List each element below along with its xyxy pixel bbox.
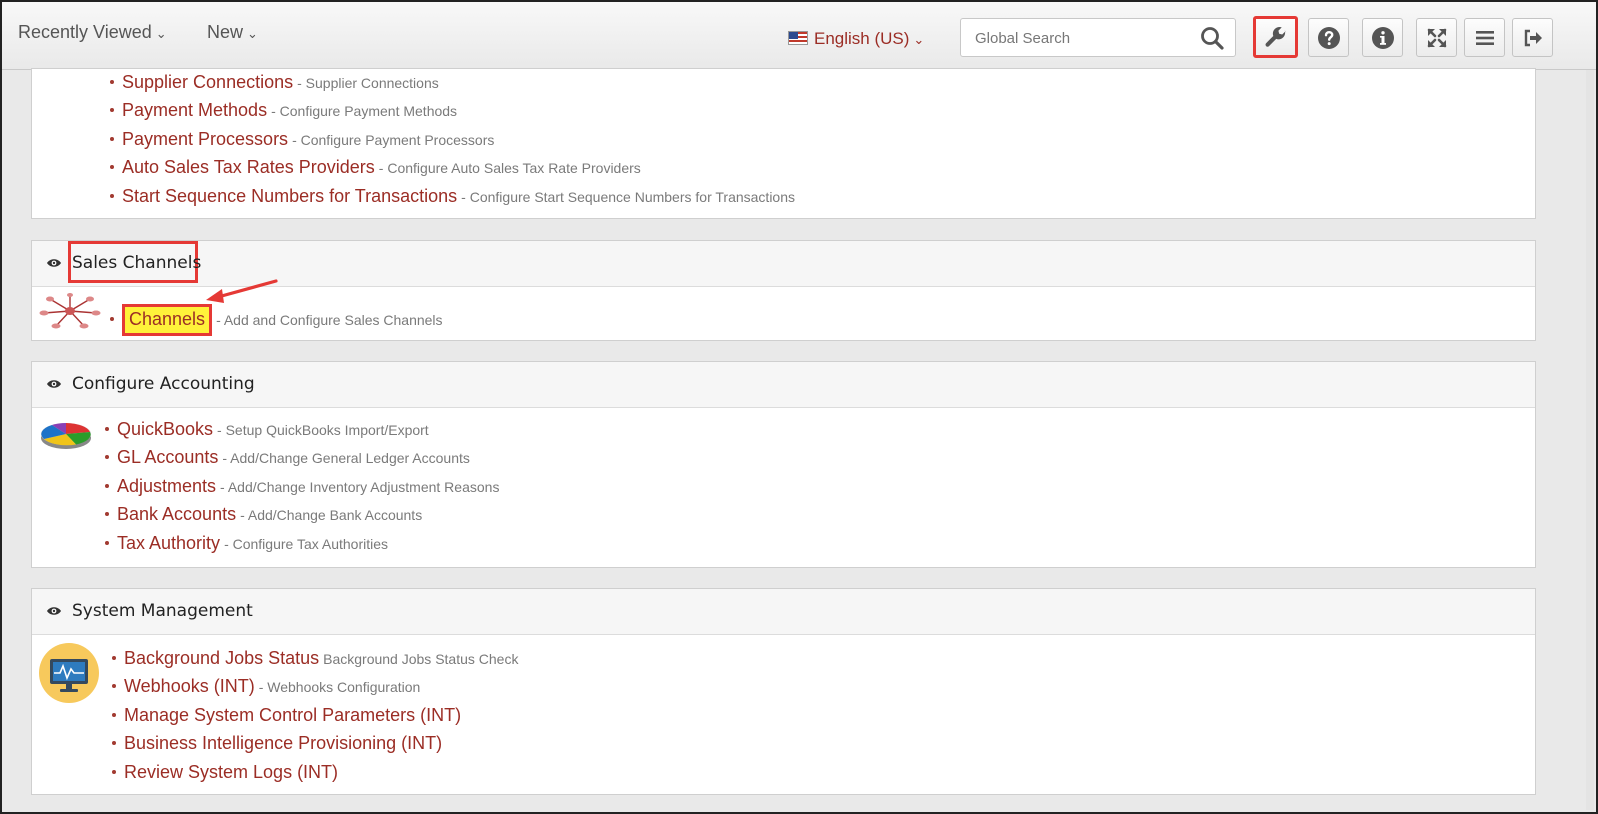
info-button[interactable] [1362,18,1403,57]
item-description: - Configure Start Sequence Numbers for T… [461,188,795,205]
new-label: New [207,22,244,42]
recently-viewed-menu[interactable]: Recently Viewed ⌄ [18,22,167,43]
section-title: Sales Channels [72,253,202,273]
list-item: Supplier Connections - Supplier Connectio… [110,68,795,96]
channels-link[interactable]: Channels [129,309,205,329]
business-intelligence-provisioning-link[interactable]: Business Intelligence Provisioning (INT) [124,733,442,753]
item-description: Background Jobs Status Check [323,651,519,667]
payments-panel: Supplier Connections - Supplier Connectio… [31,68,1536,219]
main-menu-button[interactable] [1464,18,1505,57]
top-navbar: Recently Viewed ⌄ New ⌄ English (US) ⌄ [2,2,1596,70]
system-management-link-list: Background Jobs Status Background Jobs St… [112,644,518,786]
recently-viewed-label: Recently Viewed [18,22,152,42]
list-item: Payment Methods - Configure Payment Metho… [110,96,795,124]
eye-icon[interactable] [46,257,62,269]
item-description: - Configure Payment Methods [271,103,458,120]
item-description: - Setup QuickBooks Import/Export [217,422,429,438]
background-jobs-status-link[interactable]: Background Jobs Status [124,648,319,668]
review-system-logs-link[interactable]: Review System Logs (INT) [124,762,338,782]
fullscreen-button[interactable] [1416,18,1457,57]
scrollbar[interactable] [1586,70,1594,810]
chevron-down-icon: ⌄ [247,26,258,41]
bank-accounts-link[interactable]: Bank Accounts [117,504,236,524]
list-item: Start Sequence Numbers for Transactions -… [110,182,795,210]
list-item: Review System Logs (INT) [112,758,518,786]
item-description: - Add/Change Bank Accounts [240,507,423,524]
menu-icon [1475,30,1494,45]
adjustments-link[interactable]: Adjustments [117,476,216,496]
annotation-arrow-icon [206,279,278,303]
fullscreen-icon [1427,28,1446,47]
list-item: Auto Sales Tax Rates Providers - Configur… [110,153,795,181]
eye-icon[interactable] [46,605,62,617]
section-title: System Management [72,601,253,621]
manage-system-control-parameters-link[interactable]: Manage System Control Parameters (INT) [124,705,461,725]
global-search-input[interactable] [961,19,1202,58]
help-icon [1317,26,1340,49]
configure-accounting-panel: Configure Accounting QuickBooks - Setup Q… [31,361,1536,568]
monitor-icon [39,643,99,703]
wrench-icon [1265,27,1285,47]
chevron-down-icon: ⌄ [155,26,167,41]
section-title: Configure Accounting [72,374,255,394]
settings-content: Supplier Connections - Supplier Connectio… [2,68,1596,812]
list-item: GL Accounts - Add/Change General Ledger A… [105,443,499,471]
settings-wrench-button[interactable] [1253,16,1298,58]
list-item: Manage System Control Parameters (INT) [112,701,518,729]
search-icon[interactable] [1199,25,1225,51]
item-description: - Configure Payment Processors [292,131,495,148]
supplier-connections-link[interactable]: Supplier Connections [122,72,293,92]
list-item: Webhooks (INT) - Webhooks Configuration [112,672,518,700]
info-icon [1371,26,1394,49]
chevron-down-icon: ⌄ [913,32,925,47]
list-item: Adjustments - Add/Change Inventory Adjust… [105,472,499,500]
item-description: - Configure Auto Sales Tax Rate Provider… [378,160,641,177]
item-description: - Add/Change Inventory Adjustment Reason… [220,478,500,495]
system-management-panel: System Management Background Jobs Status… [31,588,1536,795]
channels-highlight: Channels [122,304,213,336]
eye-icon[interactable] [46,378,62,390]
pie-chart-icon [41,423,91,449]
payments-link-list: Supplier Connections - Supplier Connectio… [110,68,795,210]
item-description: - Add and Configure Sales Channels [216,312,443,328]
item-description: - Supplier Connections [297,75,439,91]
new-menu[interactable]: New ⌄ [207,22,258,43]
tax-authority-link[interactable]: Tax Authority [117,533,220,553]
language-label: English (US) [814,29,910,48]
list-item: Bank Accounts - Add/Change Bank Accounts [105,500,499,528]
list-item: Channels - Add and Configure Sales Channe… [110,304,443,336]
list-item: QuickBooks - Setup QuickBooks Import/Expo… [105,415,499,443]
sales-channels-link-list: Channels - Add and Configure Sales Channe… [110,304,443,336]
configure-accounting-header[interactable]: Configure Accounting [32,362,1535,408]
logout-button[interactable] [1512,18,1553,57]
list-item: Background Jobs Status Background Jobs St… [112,644,518,672]
quickbooks-link[interactable]: QuickBooks [117,419,213,439]
gl-accounts-link[interactable]: GL Accounts [117,447,218,467]
item-description: - Configure Tax Authorities [224,535,389,552]
list-item: Payment Processors - Configure Payment Pr… [110,125,795,153]
accounting-link-list: QuickBooks - Setup QuickBooks Import/Expo… [105,415,499,557]
auto-sales-tax-link[interactable]: Auto Sales Tax Rates Providers [122,157,375,177]
logout-icon [1524,29,1542,46]
help-button[interactable] [1308,18,1349,57]
global-search [960,18,1236,58]
network-icon [39,293,101,329]
webhooks-link[interactable]: Webhooks (INT) [124,676,255,696]
payment-methods-link[interactable]: Payment Methods [122,100,267,120]
item-description: - Webhooks Configuration [258,679,421,696]
language-selector[interactable]: English (US) ⌄ [788,29,924,49]
us-flag-icon [788,31,808,45]
list-item: Business Intelligence Provisioning (INT) [112,729,518,757]
system-management-header[interactable]: System Management [32,589,1535,635]
app-window: Recently Viewed ⌄ New ⌄ English (US) ⌄ G… [0,0,1598,814]
start-sequence-numbers-link[interactable]: Start Sequence Numbers for Transactions [122,186,457,206]
item-description: - Add/Change General Ledger Accounts [222,450,470,467]
list-item: Tax Authority - Configure Tax Authorities [105,529,499,557]
payment-processors-link[interactable]: Payment Processors [122,129,288,149]
